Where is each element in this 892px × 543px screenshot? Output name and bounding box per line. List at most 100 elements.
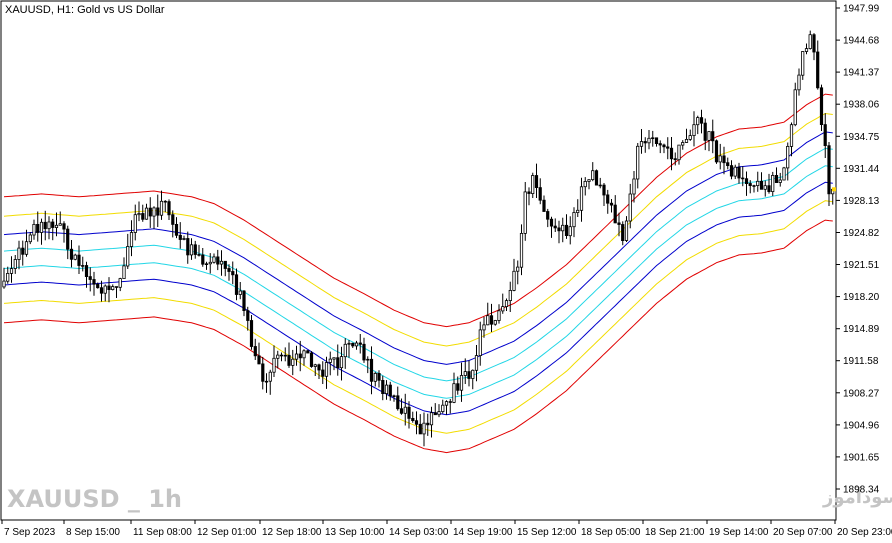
candle-body bbox=[339, 356, 344, 369]
candle-body bbox=[722, 155, 726, 164]
candle-body bbox=[808, 34, 812, 50]
candle-body bbox=[561, 224, 565, 232]
candle-body bbox=[201, 254, 205, 265]
candle-body bbox=[531, 175, 535, 195]
candle-body bbox=[141, 213, 145, 220]
candle-body bbox=[741, 177, 745, 180]
candle-body bbox=[189, 244, 194, 256]
candle-body bbox=[317, 364, 321, 371]
candle-body bbox=[238, 290, 242, 295]
candle-body bbox=[227, 268, 231, 272]
candle-body bbox=[366, 358, 370, 361]
candle-body bbox=[347, 342, 351, 345]
time-axis: 7 Sep 2023 8 Sep 15:00 11 Sep 08:00 12 Sep … bbox=[1, 520, 892, 538]
candle-body bbox=[546, 211, 550, 220]
candle-body bbox=[617, 222, 621, 225]
candle-body bbox=[733, 166, 737, 177]
candle-body bbox=[426, 422, 430, 426]
candle-body bbox=[598, 184, 602, 187]
candle-body bbox=[692, 124, 696, 136]
candle-body bbox=[579, 186, 584, 211]
price-tick-label: 1918.20 bbox=[843, 292, 880, 303]
candle-body bbox=[156, 207, 160, 216]
time-tick-label: 14 Sep 03:00 bbox=[389, 527, 449, 538]
candle-body bbox=[456, 383, 460, 391]
candle-body bbox=[774, 174, 779, 183]
candle-body bbox=[103, 285, 107, 294]
candle-body bbox=[223, 260, 227, 269]
candle-body bbox=[77, 254, 81, 266]
candle-body bbox=[249, 320, 254, 347]
candle-body bbox=[666, 146, 670, 149]
candle-body bbox=[459, 375, 464, 391]
candle-body bbox=[411, 417, 415, 421]
candle-body bbox=[714, 140, 719, 163]
candle-body bbox=[797, 74, 801, 91]
candle-body bbox=[591, 170, 595, 180]
candle-body bbox=[711, 131, 715, 142]
candle-body bbox=[493, 320, 497, 325]
candle-body bbox=[662, 144, 666, 148]
candle-body bbox=[613, 204, 617, 224]
candle-body bbox=[306, 350, 310, 354]
candle-body bbox=[107, 285, 111, 290]
candle-body bbox=[771, 174, 775, 192]
candle-body bbox=[703, 122, 707, 141]
symbol-title: XAUUSD, H1: Gold vs US Dollar bbox=[5, 4, 165, 16]
candle-body bbox=[114, 286, 119, 288]
candle-body bbox=[504, 300, 509, 308]
candle-body bbox=[654, 137, 659, 145]
price-tick-label: 1941.37 bbox=[843, 68, 880, 79]
price-tick-label: 1898.34 bbox=[843, 485, 880, 496]
candle-body bbox=[759, 180, 764, 190]
candle-body bbox=[47, 221, 51, 230]
current-price-marker bbox=[832, 187, 836, 192]
candle-body bbox=[28, 234, 32, 243]
candle-body bbox=[193, 244, 197, 255]
price-tick-label: 1904.96 bbox=[843, 420, 880, 431]
candle-body bbox=[403, 406, 407, 414]
candle-body bbox=[51, 221, 55, 228]
candle-body bbox=[144, 207, 149, 220]
price-axis: 1947.99 1944.68 1941.37 1938.06 1934.75 1931.… bbox=[836, 4, 880, 496]
candle-body bbox=[801, 51, 805, 76]
candle-body bbox=[384, 384, 389, 395]
candle-body bbox=[827, 145, 831, 195]
candle-body bbox=[557, 227, 561, 232]
candle-body bbox=[804, 48, 809, 52]
candle-body bbox=[381, 379, 385, 394]
time-tick-label: 11 Sep 08:00 bbox=[133, 527, 192, 538]
candle-body bbox=[441, 404, 445, 413]
candle-body bbox=[523, 191, 527, 234]
candle-body bbox=[609, 202, 614, 206]
price-tick-label: 1921.51 bbox=[843, 260, 880, 271]
price-tick-label: 1934.75 bbox=[843, 132, 880, 143]
price-tick-label: 1928.13 bbox=[843, 196, 880, 207]
candle-body bbox=[234, 274, 239, 295]
candle-body bbox=[793, 89, 797, 126]
candle-body bbox=[489, 315, 494, 325]
candlestick-chart: XAUUSD, H1: Gold vs US Dollar XAUUSD _ 1… bbox=[0, 0, 892, 538]
candle-body bbox=[6, 272, 10, 282]
candle-body bbox=[816, 51, 820, 89]
candle-body bbox=[13, 259, 17, 269]
candle-body bbox=[336, 357, 340, 369]
candle-body bbox=[786, 145, 790, 169]
candle-body bbox=[137, 213, 141, 216]
candle-body bbox=[99, 287, 104, 294]
candle-body bbox=[208, 261, 212, 265]
time-tick-label: 12 Sep 18:00 bbox=[262, 527, 322, 538]
price-tick-label: 1911.58 bbox=[843, 356, 879, 367]
candle-body bbox=[133, 214, 137, 233]
candle-body bbox=[178, 234, 182, 240]
candle-body bbox=[92, 279, 96, 285]
candle-body bbox=[744, 178, 749, 184]
candle-body bbox=[204, 263, 209, 265]
candle-body bbox=[699, 117, 704, 124]
candle-body bbox=[369, 358, 374, 382]
candle-body bbox=[572, 212, 576, 228]
candle-body bbox=[39, 221, 44, 233]
candle-body bbox=[118, 278, 122, 288]
candle-body bbox=[564, 224, 569, 237]
candle-body bbox=[707, 131, 711, 141]
